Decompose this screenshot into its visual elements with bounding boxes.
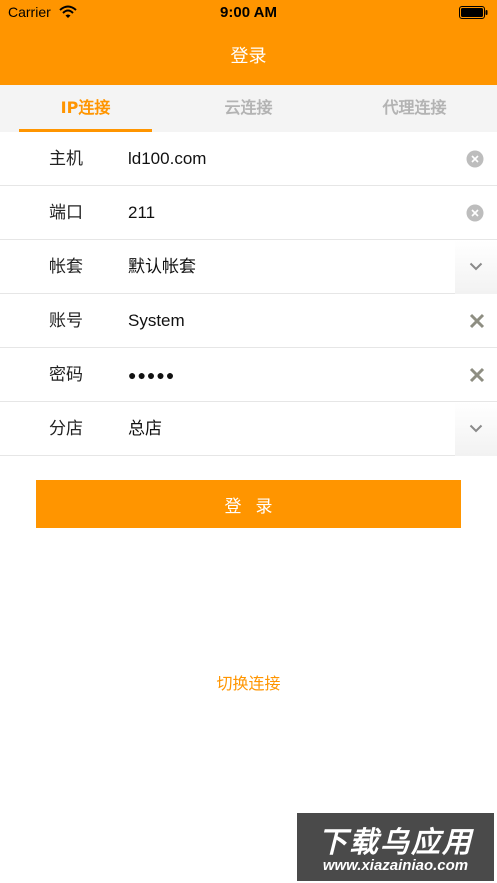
password-row: 密码 ●●●●●	[0, 348, 497, 402]
account-set-select[interactable]: 默认帐套	[128, 240, 196, 294]
watermark-title: 下载乌应用	[317, 825, 473, 859]
host-row: 主机 ld100.com	[0, 132, 497, 186]
account-set-label: 帐套	[49, 257, 83, 277]
chevron-down-icon	[469, 262, 483, 271]
clear-circle-icon[interactable]	[466, 150, 484, 168]
account-set-dropdown-button[interactable]	[455, 240, 497, 294]
login-button[interactable]: 登录	[36, 480, 461, 528]
x-icon[interactable]	[469, 367, 485, 383]
tab-ip-connect[interactable]: IP连接	[3, 85, 168, 132]
branch-select[interactable]: 总店	[128, 402, 162, 456]
host-input[interactable]: ld100.com	[128, 132, 206, 186]
port-label: 端口	[49, 203, 83, 223]
account-input[interactable]: System	[128, 294, 185, 348]
port-row: 端口 211	[0, 186, 497, 240]
account-set-row: 帐套 默认帐套	[0, 240, 497, 294]
password-input[interactable]: ●●●●●	[128, 348, 175, 402]
connection-tabs: IP连接 云连接 代理连接	[0, 85, 497, 132]
account-label: 账号	[49, 311, 83, 331]
switch-connection-link[interactable]: 切换连接	[0, 670, 497, 694]
chevron-down-icon	[469, 424, 483, 433]
branch-label: 分店	[49, 419, 83, 439]
password-label: 密码	[49, 365, 83, 385]
battery-icon	[459, 6, 488, 19]
tab-cloud-connect[interactable]: 云连接	[166, 85, 331, 132]
branch-dropdown-button[interactable]	[455, 402, 497, 456]
account-row: 账号 System	[0, 294, 497, 348]
x-icon[interactable]	[469, 313, 485, 329]
watermark-logo: 下载乌应用 www.xiazainiao.com	[297, 813, 494, 881]
tab-proxy-connect[interactable]: 代理连接	[332, 85, 497, 132]
port-input[interactable]: 211	[128, 186, 155, 240]
watermark-url: www.xiazainiao.com	[322, 857, 469, 874]
header: Carrier 9:00 AM 登录	[0, 0, 497, 85]
login-form: 主机 ld100.com 端口 211 帐套 默认帐套 账号 System 密码…	[0, 132, 497, 456]
clear-circle-icon[interactable]	[466, 204, 484, 222]
status-time: 9:00 AM	[220, 4, 277, 21]
status-bar: Carrier 9:00 AM	[0, 0, 497, 26]
branch-row: 分店 总店	[0, 402, 497, 456]
page-title: 登录	[230, 46, 267, 67]
host-label: 主机	[49, 149, 83, 169]
